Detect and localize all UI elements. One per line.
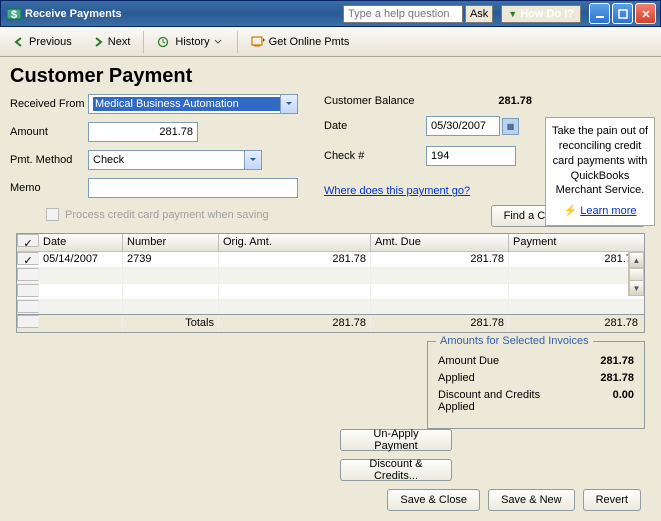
grid-scrollbar[interactable]: ▲ ▼ <box>628 252 644 296</box>
arrow-left-icon <box>13 36 25 48</box>
amount-label: Amount <box>10 126 88 138</box>
header-orig-amt[interactable]: Orig. Amt. <box>219 234 371 251</box>
svg-text:$: $ <box>11 9 17 21</box>
memo-input[interactable] <box>88 178 298 198</box>
table-row[interactable] <box>17 268 644 284</box>
totals-label: Totals <box>123 315 219 332</box>
previous-button[interactable]: Previous <box>4 30 81 54</box>
receive-payments-icon: $ <box>7 7 21 21</box>
totals-orig: 281.78 <box>219 315 371 332</box>
lightning-icon: ⚡ <box>564 204 578 219</box>
header-amt-due[interactable]: Amt. Due <box>371 234 509 251</box>
date-label: Date <box>324 120 426 132</box>
discount-credits-button[interactable]: Discount & Credits... <box>340 459 452 481</box>
totals-due: 281.78 <box>371 315 509 332</box>
customer-balance-value: 281.78 <box>426 95 536 107</box>
chevron-down-icon[interactable] <box>280 95 297 113</box>
memo-label: Memo <box>10 182 88 194</box>
scroll-up-icon[interactable]: ▲ <box>629 252 644 268</box>
header-date[interactable]: Date <box>39 234 123 251</box>
history-icon <box>157 36 171 48</box>
received-from-combo[interactable]: Medical Business Automation <box>88 94 298 114</box>
close-button[interactable] <box>635 3 656 24</box>
check-no-label: Check # <box>324 150 426 162</box>
un-apply-payment-button[interactable]: Un-Apply Payment <box>340 429 452 451</box>
discount-applied-value: 0.00 <box>613 389 634 413</box>
next-button[interactable]: Next <box>83 30 140 54</box>
applied-value: 281.78 <box>600 372 634 384</box>
arrow-right-icon <box>92 36 104 48</box>
amount-due-value: 281.78 <box>600 355 634 367</box>
promo-panel: Take the pain out of reconciling credit … <box>545 117 655 226</box>
calendar-icon[interactable]: ▦ <box>502 118 519 135</box>
invoice-grid[interactable]: ✓ Date Number Orig. Amt. Amt. Due Paymen… <box>16 233 645 315</box>
online-pmts-icon <box>251 36 265 48</box>
where-payment-go-link[interactable]: Where does this payment go? <box>324 185 536 197</box>
header-check[interactable]: ✓ <box>17 234 39 247</box>
save-close-button[interactable]: Save & Close <box>387 489 480 511</box>
pmt-method-combo[interactable]: Check <box>88 150 262 170</box>
how-do-i-dropdown[interactable]: ▼ How Do I? <box>501 5 581 23</box>
revert-button[interactable]: Revert <box>583 489 641 511</box>
check-no-input[interactable] <box>426 146 516 166</box>
minimize-button[interactable] <box>589 3 610 24</box>
totals-payment: 281.78 <box>509 315 644 332</box>
customer-balance-label: Customer Balance <box>324 95 426 107</box>
table-row[interactable]: ✓ 05/14/2007 2739 281.78 281.78 281.78 <box>17 252 644 268</box>
chevron-down-icon: ▼ <box>508 9 517 19</box>
maximize-button[interactable] <box>612 3 633 24</box>
date-input[interactable] <box>426 116 500 136</box>
chevron-down-icon[interactable] <box>244 151 261 169</box>
received-from-label: Received From <box>10 98 88 110</box>
scroll-down-icon[interactable]: ▼ <box>629 280 644 296</box>
table-row[interactable] <box>17 284 644 300</box>
header-payment[interactable]: Payment <box>509 234 644 251</box>
selected-invoices-legend: Amounts for Selected Invoices <box>436 335 593 347</box>
chevron-down-icon <box>214 39 224 45</box>
process-cc-checkbox <box>46 208 59 221</box>
get-online-pmts-button[interactable]: Get Online Pmts <box>242 30 359 54</box>
amount-input[interactable] <box>88 122 198 142</box>
ask-button[interactable]: Ask <box>465 5 493 23</box>
save-new-button[interactable]: Save & New <box>488 489 575 511</box>
page-title: Customer Payment <box>10 65 651 88</box>
window-title: Receive Payments <box>25 8 122 20</box>
table-row[interactable] <box>17 300 644 315</box>
history-button[interactable]: History <box>148 30 232 54</box>
header-number[interactable]: Number <box>123 234 219 251</box>
process-cc-label: Process credit card payment when saving <box>65 209 269 221</box>
learn-more-link[interactable]: Learn more <box>580 204 636 219</box>
pmt-method-label: Pmt. Method <box>10 154 88 166</box>
help-search-input[interactable] <box>343 5 463 23</box>
